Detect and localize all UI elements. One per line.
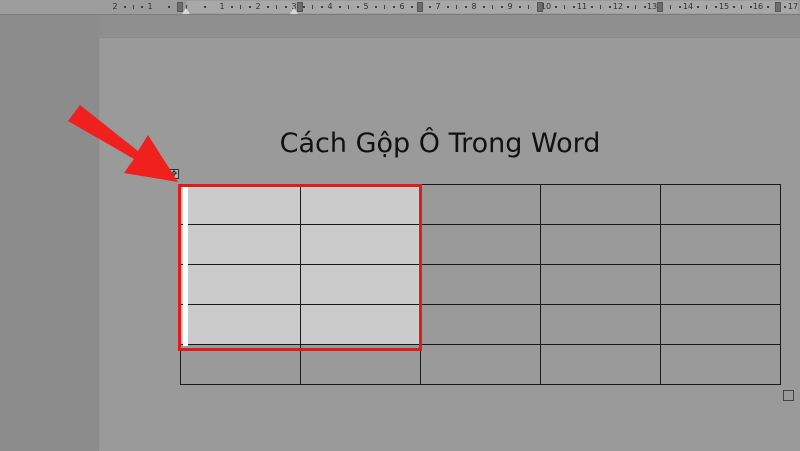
ruler-number: 13	[646, 2, 658, 11]
table-resize-icon[interactable]	[783, 390, 794, 401]
ruler-tick	[348, 5, 349, 9]
ruler-number: 2	[255, 2, 261, 11]
horizontal-ruler[interactable]: 2 1 1 2 3 4 5 6 7 8 9 10 11 12 13 14 15 16 17	[0, 0, 800, 15]
ruler-tick	[670, 5, 671, 9]
ruler-tick	[240, 5, 241, 9]
ruler-tick	[600, 5, 601, 9]
ruler-number: 15	[718, 2, 730, 11]
left-gutter	[0, 15, 98, 450]
ruler-dot	[393, 6, 395, 8]
ruler-number: 7	[435, 2, 441, 11]
ruler-tick	[635, 5, 636, 9]
ruler-dot	[267, 6, 269, 8]
ruler-tick	[276, 5, 277, 9]
indent-marker-icon[interactable]	[290, 8, 298, 14]
ruler-dot	[643, 6, 646, 8]
ruler-dot	[732, 6, 735, 8]
ruler-dot	[375, 6, 377, 8]
ruler-tick	[384, 5, 385, 9]
table-cell[interactable]	[660, 264, 781, 305]
ruler-dot	[784, 6, 787, 8]
ruler-dot	[168, 6, 170, 8]
ruler-dot	[321, 6, 323, 8]
ruler-tick	[492, 5, 493, 9]
table-cell[interactable]	[540, 264, 661, 305]
ruler-tick	[456, 5, 457, 9]
ruler-dot	[231, 6, 233, 8]
ruler-dot	[357, 6, 359, 8]
ruler-number: 1	[219, 2, 225, 11]
ruler-number: 9	[507, 2, 513, 11]
table-cell[interactable]	[420, 184, 541, 225]
table-cell[interactable]	[660, 344, 781, 385]
ruler-dot	[429, 6, 431, 8]
ruler-dot	[749, 6, 752, 8]
document-title[interactable]: Cách Gộp Ô Trong Word	[220, 128, 660, 159]
ruler-tick	[706, 5, 707, 9]
ruler-number: 4	[327, 2, 333, 11]
ruler-dot	[141, 6, 144, 8]
ruler-dot	[591, 6, 593, 8]
table-cell[interactable]	[420, 344, 541, 385]
arrow-shape	[68, 105, 178, 182]
ruler-column-marker[interactable]	[657, 2, 663, 12]
ruler-column-marker[interactable]	[417, 2, 423, 12]
table-cell[interactable]	[540, 184, 661, 225]
table-cell[interactable]	[420, 264, 541, 305]
ruler-dot	[204, 6, 206, 8]
table-cell[interactable]	[660, 224, 781, 265]
ruler-tick	[132, 5, 134, 9]
ruler-tick	[564, 5, 565, 9]
ruler-number: 17	[787, 2, 799, 11]
ruler-number: 5	[363, 2, 369, 11]
ruler-dot	[303, 6, 305, 8]
ruler-dot	[555, 6, 557, 8]
table-cell[interactable]	[420, 224, 541, 265]
ruler-tick	[528, 5, 529, 9]
ruler-dot	[339, 6, 341, 8]
ruler-dot	[411, 6, 413, 8]
selected-cells-highlight	[178, 184, 422, 351]
table-cell[interactable]	[540, 304, 661, 345]
ruler-dot	[249, 6, 251, 8]
ruler-number: 6	[399, 2, 405, 11]
ruler-dot	[679, 6, 681, 8]
ruler-dot	[483, 6, 485, 8]
ruler-dot	[447, 6, 449, 8]
ruler-dot	[715, 6, 717, 8]
ruler-dot	[465, 6, 467, 8]
ruler-dot	[519, 6, 521, 8]
ruler-number: 2	[112, 2, 118, 11]
ruler-dot	[501, 6, 503, 8]
ruler-dot	[626, 6, 629, 8]
ruler-dot	[766, 6, 769, 8]
ruler-number: 16	[752, 2, 764, 11]
ruler-column-marker[interactable]	[775, 2, 781, 12]
ruler-number: 12	[612, 2, 624, 11]
ruler-number: 11	[576, 2, 588, 11]
ruler-number: 8	[471, 2, 477, 11]
ruler-column-marker[interactable]	[537, 2, 543, 12]
ruler-dot	[573, 6, 575, 8]
ruler-dot	[697, 6, 699, 8]
ruler-dot	[123, 6, 126, 8]
table-cell[interactable]	[540, 224, 661, 265]
ruler-dot	[285, 6, 287, 8]
red-arrow-icon	[68, 105, 178, 182]
table-cell[interactable]	[660, 184, 781, 225]
ruler-tick	[312, 5, 313, 9]
ruler-dot	[609, 6, 611, 8]
table-cell[interactable]	[420, 304, 541, 345]
table-cell[interactable]	[540, 344, 661, 385]
ruler-tick	[741, 5, 742, 9]
table-cell[interactable]	[660, 304, 781, 345]
indent-marker-icon[interactable]	[182, 8, 190, 14]
ruler-number: 14	[682, 2, 694, 11]
ruler-number: 1	[147, 2, 153, 11]
